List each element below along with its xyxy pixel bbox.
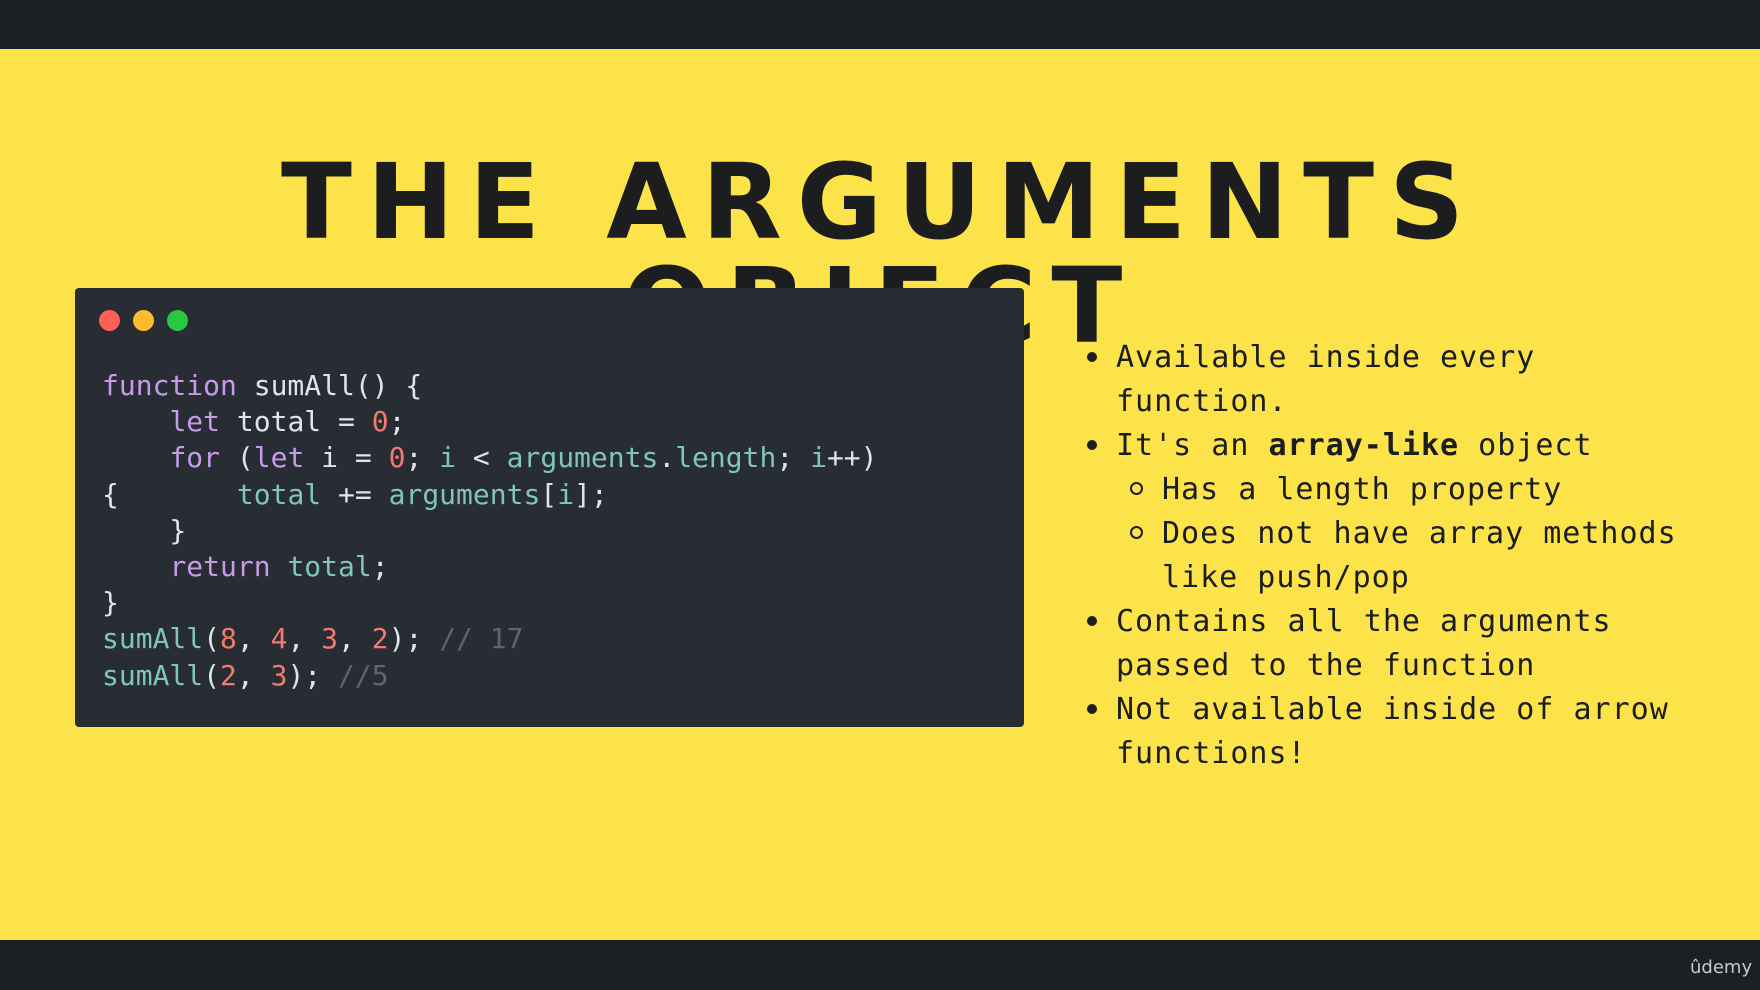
code-line-8: sumAll(8, 4, 3, 2); // 17 [102,622,524,656]
code-line-4: { total += arguments[i]; [102,477,608,511]
udemy-logo: ûdemy [1690,957,1753,978]
code-line-7: } [102,586,119,620]
code-window: function sumAll() { let total = 0; for (… [75,288,1024,727]
video-letterbox-bottom [0,940,1760,990]
code-line-9: sumAll(2, 3); //5 [102,658,389,692]
code-line-5: } [102,513,187,547]
bold-term: array-like [1268,428,1460,463]
sub-bullet-item: Has a length property [1116,468,1702,512]
sub-bullet-item: Does not have array methods like push/po… [1116,512,1702,600]
code-line-3: for (let i = 0; i < arguments.length; i+… [169,441,878,475]
video-letterbox-top [0,0,1760,49]
window-controls [99,310,188,331]
code-block: function sumAll() { let total = 0; for (… [102,368,878,694]
code-line-6: return total; [169,550,389,584]
bullet-item: It's an array-like object Has a length p… [1082,424,1702,600]
code-line-1: function sumAll() { [102,369,423,402]
sub-bullet-list: Has a length property Does not have arra… [1116,468,1702,600]
bullet-list: Available inside every function. It's an… [1082,336,1702,776]
code-line-2: let total = 0; [169,405,406,439]
bullet-item: Available inside every function. [1082,336,1702,424]
bullet-item: Not available inside of arrow functions! [1082,688,1702,776]
bullet-item: Contains all the arguments passed to the… [1082,600,1702,688]
minimize-dot-icon [133,310,154,331]
maximize-dot-icon [167,310,188,331]
close-dot-icon [99,310,120,331]
